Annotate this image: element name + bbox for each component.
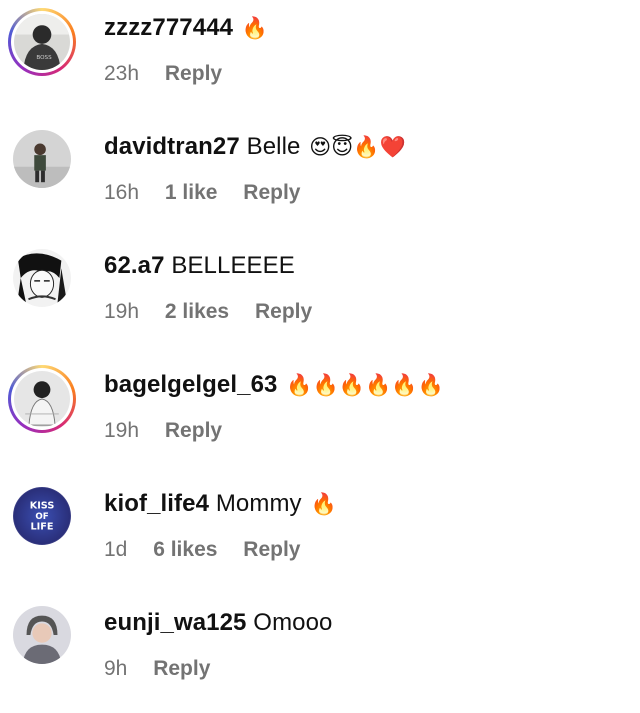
comment-timestamp: 19h bbox=[104, 419, 140, 442]
avatar bbox=[13, 249, 71, 307]
avatar-frame[interactable] bbox=[8, 125, 76, 193]
avatar-story-ring[interactable]: BOSS bbox=[8, 8, 76, 76]
comment-text: Mommy bbox=[215, 490, 302, 517]
avatar-story-ring[interactable] bbox=[8, 365, 76, 433]
comment-username[interactable]: kiof_life4 bbox=[104, 490, 209, 517]
comment-username[interactable]: eunji_wa125 bbox=[104, 609, 247, 636]
comment-username[interactable]: 62.a7 bbox=[104, 252, 165, 279]
avatar-frame[interactable]: KISS OF LIFE bbox=[8, 482, 76, 550]
avatar-frame[interactable] bbox=[8, 601, 76, 669]
reply-button[interactable]: Reply bbox=[255, 300, 312, 324]
comment-item: bagelgelgel_63 🔥🔥🔥🔥🔥🔥 19h Reply bbox=[0, 357, 640, 475]
avatar-frame[interactable] bbox=[8, 244, 76, 312]
comment-item: BOSS zzzz777444 🔥 23h Reply bbox=[0, 0, 640, 118]
svg-text:OF: OF bbox=[35, 512, 48, 522]
reply-button[interactable]: Reply bbox=[153, 657, 210, 681]
comment-username[interactable]: bagelgelgel_63 bbox=[104, 371, 277, 398]
svg-text:LIFE: LIFE bbox=[31, 522, 54, 533]
comment-username[interactable]: davidtran27 bbox=[104, 133, 240, 160]
comment-emoji: 🔥 bbox=[241, 16, 269, 40]
svg-text:BOSS: BOSS bbox=[36, 55, 52, 61]
comment-timestamp: 16h bbox=[104, 181, 140, 204]
comment-username[interactable]: zzzz777444 bbox=[104, 14, 233, 41]
comment-item: KISS OF LIFE kiof_life4 Mommy 🔥 1d 6 lik… bbox=[0, 476, 640, 594]
comment-timestamp: 23h bbox=[104, 62, 140, 85]
avatar bbox=[13, 606, 71, 664]
svg-text:KISS: KISS bbox=[30, 500, 55, 511]
comment-item: davidtran27 Belle 😍😇🔥❤️ 16h 1 like Reply bbox=[0, 119, 640, 237]
avatar bbox=[13, 130, 71, 188]
comment-like-count[interactable]: 6 likes bbox=[153, 538, 217, 562]
reply-button[interactable]: Reply bbox=[165, 62, 222, 86]
comment-emoji: 😍😇🔥❤️ bbox=[309, 135, 406, 159]
comment-text: Omooo bbox=[253, 609, 333, 636]
avatar: BOSS bbox=[14, 14, 70, 70]
reply-button[interactable]: Reply bbox=[243, 181, 300, 205]
avatar bbox=[14, 371, 70, 427]
comment-timestamp: 1d bbox=[104, 538, 128, 561]
comment-emoji: 🔥 bbox=[310, 492, 337, 516]
kiss-of-life-logo: KISS OF LIFE bbox=[13, 487, 71, 545]
comment-timestamp: 19h bbox=[104, 300, 140, 323]
comment-emoji: 🔥🔥🔥🔥🔥🔥 bbox=[286, 373, 444, 397]
comment-text: Belle bbox=[246, 133, 301, 160]
comment-text: BELLEEEE bbox=[171, 252, 295, 279]
comment-item: eunji_wa125 Omooo 9h Reply bbox=[0, 595, 640, 713]
reply-button[interactable]: Reply bbox=[243, 538, 300, 562]
reply-button[interactable]: Reply bbox=[165, 419, 222, 443]
comment-item: 62.a7 BELLEEEE 19h 2 likes Reply bbox=[0, 238, 640, 356]
comment-timestamp: 9h bbox=[104, 657, 128, 680]
comment-like-count[interactable]: 1 like bbox=[165, 181, 218, 205]
comment-like-count[interactable]: 2 likes bbox=[165, 300, 229, 324]
